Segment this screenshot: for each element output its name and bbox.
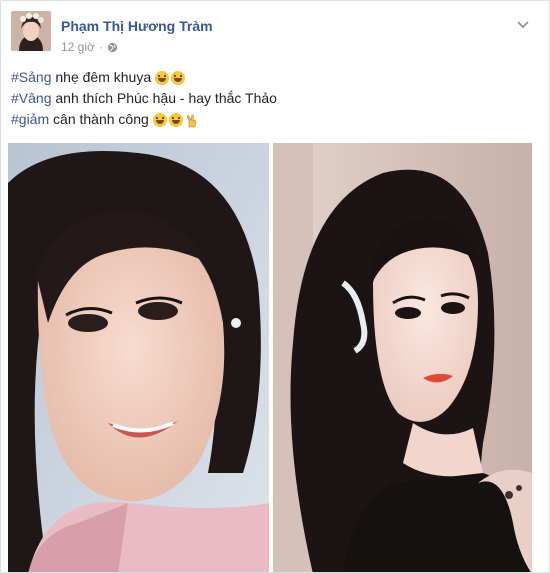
- globe-icon[interactable]: [107, 42, 118, 53]
- rofl-emoji: [155, 70, 170, 85]
- post-line: #Sảng nhẹ đêm khuya: [11, 67, 531, 88]
- victory-hand-emoji: [185, 113, 199, 127]
- meta-dot: ·: [98, 40, 103, 54]
- smiling-woman-photo[interactable]: [8, 143, 269, 572]
- hashtag-link[interactable]: #giảm: [11, 109, 49, 130]
- post-line: #giảm cân thành công: [11, 109, 531, 130]
- author-avatar[interactable]: [11, 11, 51, 51]
- post-text: #Sảng nhẹ đêm khuya #Vâng anh thích Phúc…: [11, 67, 531, 130]
- post-meta: 12 giờ ·: [61, 40, 118, 54]
- rofl-emoji: [152, 112, 167, 127]
- rofl-emoji: [171, 70, 186, 85]
- line-text: cân thành công: [49, 111, 149, 127]
- post-card: Phạm Thị Hương Tràm 12 giờ · #Sảng nhẹ đ…: [0, 0, 550, 573]
- post-header: Phạm Thị Hương Tràm 12 giờ ·: [11, 11, 539, 55]
- rofl-emoji: [168, 112, 183, 127]
- post-line: #Vâng anh thích Phúc hậu - hay thắc Thảo: [11, 88, 531, 109]
- post-timestamp[interactable]: 12 giờ: [61, 40, 95, 54]
- hashtag-link[interactable]: #Vâng: [11, 88, 51, 109]
- woman-with-curly-hair-photo[interactable]: [273, 143, 532, 572]
- hashtag-link[interactable]: #Sảng: [11, 67, 51, 88]
- line-text: nhẹ đêm khuya: [51, 69, 152, 85]
- line-text: anh thích Phúc hậu - hay thắc Thảo: [51, 90, 277, 106]
- chevron-down-icon[interactable]: [515, 17, 531, 33]
- author-name[interactable]: Phạm Thị Hương Tràm: [61, 18, 213, 34]
- photo-grid: [8, 143, 532, 572]
